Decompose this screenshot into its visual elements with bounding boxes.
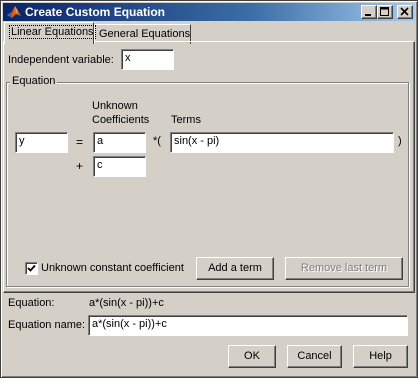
equation-summary-value: a*(sin(x - pi))+c	[89, 297, 164, 309]
maximize-icon	[380, 7, 389, 16]
matlab-logo-icon	[7, 6, 21, 18]
equation-name-label: Equation name:	[8, 319, 86, 331]
minimize-icon	[365, 14, 371, 16]
equation-name-input[interactable]: a*(sin(x - pi))+c	[88, 315, 408, 336]
close-icon	[400, 7, 409, 16]
tab-general-equations-label: General Equations	[99, 28, 191, 40]
equation-summary-label: Equation:	[8, 297, 55, 309]
maximize-button[interactable]	[377, 5, 393, 19]
close-button[interactable]	[397, 5, 413, 19]
ok-button[interactable]: OK	[228, 345, 276, 368]
help-button[interactable]: Help	[353, 345, 408, 368]
tab-linear-equations-label: Linear Equations	[9, 25, 96, 39]
tab-linear-equations[interactable]: Linear Equations	[4, 22, 96, 44]
create-custom-equation-dialog: Create Custom Equation Linear Equations …	[0, 0, 418, 378]
cancel-button[interactable]: Cancel	[287, 345, 342, 368]
linear-equations-panel	[3, 41, 415, 293]
window-title: Create Custom Equation	[25, 5, 166, 19]
minimize-button[interactable]	[361, 5, 377, 19]
title-bar[interactable]: Create Custom Equation	[3, 3, 415, 21]
